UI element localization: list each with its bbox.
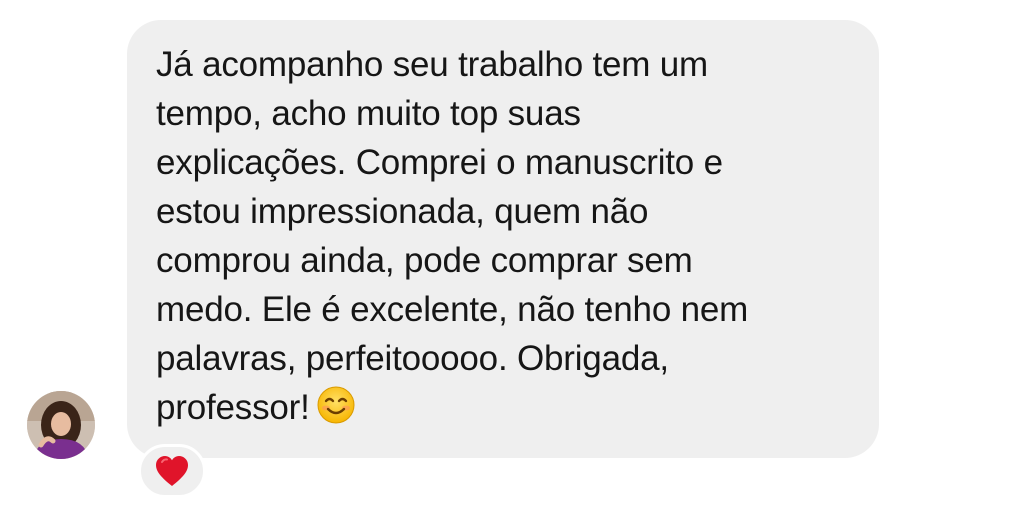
- message-line: medo. Ele é excelente, não tenho nem: [156, 290, 749, 329]
- red-heart-icon: [156, 456, 188, 486]
- message-line: explicações. Comprei o manuscrito e: [156, 143, 723, 182]
- reaction-badge[interactable]: [138, 444, 206, 498]
- user-avatar-icon: [27, 391, 95, 459]
- sender-avatar[interactable]: [27, 391, 95, 459]
- message-text: Já acompanho seu trabalho tem um tempo, …: [156, 40, 849, 432]
- message-line: tempo, acho muito top suas: [156, 94, 581, 133]
- message-bubble[interactable]: Já acompanho seu trabalho tem um tempo, …: [127, 20, 879, 458]
- message-line: professor!: [156, 388, 310, 427]
- message-line: estou impressionada, quem não: [156, 192, 649, 231]
- message-line: comprou ainda, pode comprar sem: [156, 241, 693, 280]
- message-line: palavras, perfeitooooo. Obrigada,: [156, 339, 669, 378]
- message-last-line: professor!: [156, 383, 849, 432]
- message-line: Já acompanho seu trabalho tem um: [156, 45, 708, 84]
- smiling-face-icon: [316, 385, 356, 425]
